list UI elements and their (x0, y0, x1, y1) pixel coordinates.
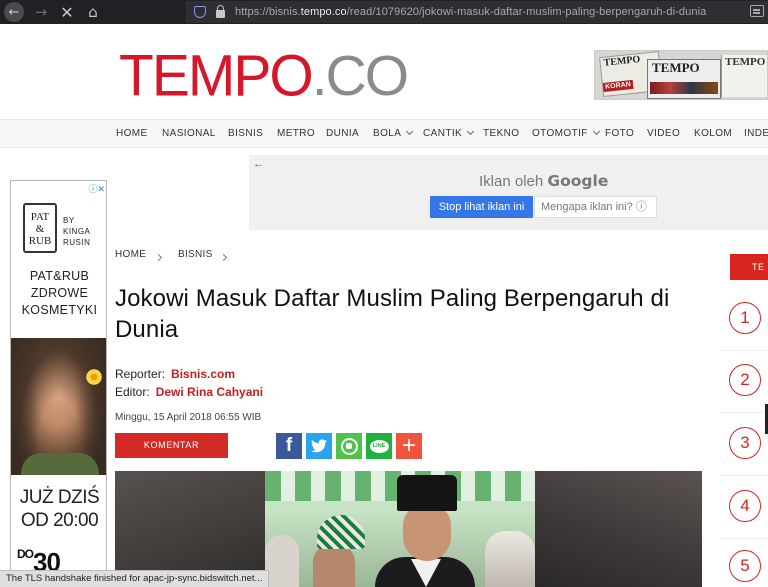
main-navigation: HOME NASIONAL BISNIS METRO DUNIA BOLA CA… (0, 119, 768, 148)
popular-rank-3[interactable]: 3 (729, 427, 761, 459)
chevron-down-icon (467, 127, 475, 136)
url-text[interactable]: https://bisnis.tempo.co/read/1079620/jok… (235, 6, 706, 18)
ad-brand-logo: PAT & RUB (23, 203, 57, 253)
popular-rank-2[interactable]: 2 (729, 364, 761, 396)
ad-headline: JUŻ DZIŚ OD 20:00 (19, 487, 100, 531)
breadcrumb-bisnis[interactable]: BISNIS (178, 249, 213, 260)
browser-toolbar: ← → ✕ ⌂ https://bisnis.tempo.co/read/107… (0, 0, 768, 24)
nav-item-tekno[interactable]: TEKNO (483, 120, 519, 148)
nav-item-kolom[interactable]: KOLOM (694, 120, 732, 148)
line-share-button[interactable]: LINE (366, 433, 392, 459)
editor-line: Editor: Dewi Rina Cahyani (115, 385, 264, 399)
home-icon[interactable]: ⌂ (82, 1, 104, 23)
nav-item-nasional[interactable]: NASIONAL (162, 120, 216, 148)
adchoices-icon[interactable]: ⓘ✕ (88, 182, 105, 195)
breadcrumb-separator-icon (219, 252, 228, 263)
ad-brand-byline: BY KINGA RUSIN (63, 216, 91, 247)
popular-rank-1[interactable]: 1 (729, 302, 761, 334)
google-ad-notice: ← Iklan oleh Google Stop lihat iklan ini… (249, 155, 768, 230)
whatsapp-icon (340, 437, 358, 455)
tracking-shield-icon[interactable] (194, 6, 206, 18)
facebook-icon: f (285, 435, 293, 456)
ad-brand-name: PAT&RUB ZDROWE KOSMETYKI (21, 269, 98, 317)
nav-item-bola[interactable]: BOLA (373, 120, 414, 148)
divider (720, 350, 768, 351)
stop-loading-icon[interactable]: ✕ (56, 1, 78, 23)
reporter-link[interactable]: Bisnis.com (171, 367, 235, 381)
breadcrumb-home[interactable]: HOME (115, 249, 146, 260)
side-ad-banner[interactable]: ⓘ✕ PAT & RUB BY KINGA RUSIN PAT&RUB ZDRO… (10, 180, 107, 575)
nav-item-foto[interactable]: FOTO (605, 120, 634, 148)
nav-item-metro[interactable]: METRO (277, 120, 315, 148)
terpopuler-tab[interactable]: TE (730, 254, 768, 280)
plus-icon: + (401, 432, 416, 459)
whatsapp-share-button[interactable] (336, 433, 362, 459)
address-bar[interactable]: https://bisnis.tempo.co/read/1079620/jok… (186, 1, 768, 23)
divider (720, 412, 768, 413)
nav-item-home[interactable]: HOME (116, 120, 148, 148)
reporter-line: Reporter: Bisnis.com (115, 367, 236, 381)
browser-status-bar: The TLS handshake finished for apac-jp-s… (0, 570, 270, 587)
stop-ad-button[interactable]: Stop lihat iklan ini (430, 196, 533, 218)
chevron-down-icon (406, 127, 414, 136)
tempo-logo[interactable]: TEMPO .CO (119, 47, 409, 105)
breadcrumb-separator-icon (154, 252, 163, 263)
nav-item-dunia[interactable]: DUNIA (326, 120, 359, 148)
back-arrow-icon[interactable]: ← (4, 2, 24, 22)
twitter-bird-icon (311, 439, 327, 453)
divider (720, 538, 768, 539)
nav-item-otomotif[interactable]: OTOMOTIF (532, 120, 600, 148)
facebook-share-button[interactable]: f (276, 433, 302, 459)
ad-notice-title: Iklan oleh Google (479, 172, 609, 190)
why-this-ad-button[interactable]: Mengapa iklan ini? ⓘ (534, 196, 657, 218)
divider (720, 475, 768, 476)
forward-arrow-icon[interactable]: → (30, 1, 52, 23)
nav-item-indeks[interactable]: INDE (744, 120, 768, 148)
comment-button[interactable]: KOMENTAR (115, 433, 228, 458)
popular-rank-4[interactable]: 4 (729, 490, 761, 522)
nav-item-bisnis[interactable]: BISNIS (228, 120, 263, 148)
article-headline: Jokowi Masuk Daftar Muslim Paling Berpen… (115, 285, 670, 343)
header-ad-banner[interactable]: TEMPO KORAN TEMPO TEMPO (594, 50, 768, 100)
popular-rank-5[interactable]: 5 (729, 550, 761, 582)
nav-item-video[interactable]: VIDEO (647, 120, 680, 148)
publish-date: Minggu, 15 April 2018 06:55 WIB (115, 412, 262, 423)
back-arrow-icon[interactable]: ← (253, 158, 264, 170)
ad-magazine-cover: TEMPO (647, 59, 721, 99)
reader-view-icon[interactable] (750, 5, 764, 17)
line-icon: LINE (369, 439, 389, 453)
lock-icon[interactable] (216, 4, 225, 18)
twitter-share-button[interactable] (306, 433, 332, 459)
ad-model-photo (11, 338, 106, 475)
editor-link[interactable]: Dewi Rina Cahyani (156, 385, 263, 399)
ad-magazine-cover: TEMPO (721, 55, 767, 97)
chevron-down-icon (592, 127, 600, 136)
more-share-button[interactable]: + (396, 432, 422, 459)
nav-item-cantik[interactable]: CANTIK (423, 120, 475, 148)
